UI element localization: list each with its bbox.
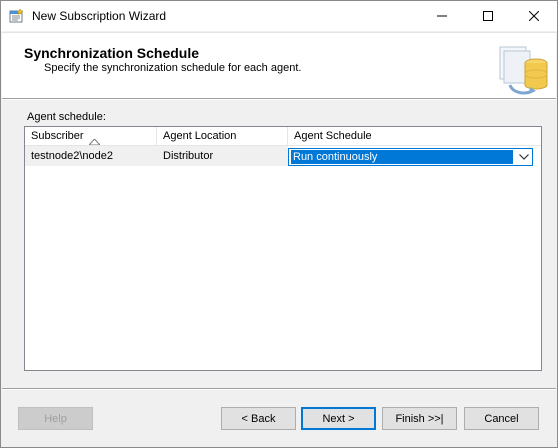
help-button[interactable]: Help (18, 407, 93, 430)
wizard-window-icon (9, 8, 25, 24)
footer-separator (2, 388, 556, 390)
header-separator (2, 98, 556, 100)
database-sync-icon (496, 41, 550, 95)
back-button[interactable]: < Back (221, 407, 296, 430)
window-title: New Subscription Wizard (32, 9, 167, 23)
column-header-label: Agent Schedule (294, 130, 372, 142)
chevron-down-icon[interactable] (516, 149, 532, 165)
table-row[interactable]: testnode2\node2 Distributor Run continuo… (25, 146, 541, 166)
close-icon (529, 11, 539, 21)
wizard-header: Synchronization Schedule Specify the syn… (2, 32, 556, 98)
column-header-label: Subscriber (31, 130, 84, 142)
finish-button[interactable]: Finish >>| (382, 407, 457, 430)
minimize-icon (437, 15, 447, 17)
agent-location-cell[interactable]: Distributor (157, 146, 288, 166)
close-button[interactable] (511, 1, 557, 31)
title-bar[interactable]: New Subscription Wizard (1, 1, 557, 31)
cancel-button[interactable]: Cancel (464, 407, 539, 430)
column-header-agent-location[interactable]: Agent Location (157, 127, 288, 146)
column-header-label: Agent Location (163, 130, 237, 142)
next-button[interactable]: Next > (301, 407, 376, 430)
agent-schedule-label: Agent schedule: (27, 111, 106, 123)
agent-schedule-selected-value: Run continuously (291, 150, 513, 164)
column-header-subscriber[interactable]: Subscriber (25, 127, 157, 146)
maximize-button[interactable] (465, 1, 511, 31)
agent-schedule-dropdown[interactable]: Run continuously (288, 148, 533, 166)
minimize-button[interactable] (419, 1, 465, 31)
wizard-window: New Subscription Wizard Synchronization … (0, 0, 558, 448)
agent-schedule-grid[interactable]: Subscriber Agent Location Agent Schedule… (24, 126, 542, 371)
page-subtitle: Specify the synchronization schedule for… (44, 62, 302, 74)
column-header-agent-schedule[interactable]: Agent Schedule (288, 127, 541, 146)
subscriber-cell[interactable]: testnode2\node2 (25, 146, 157, 166)
page-title: Synchronization Schedule (24, 45, 200, 61)
maximize-icon (483, 11, 493, 21)
